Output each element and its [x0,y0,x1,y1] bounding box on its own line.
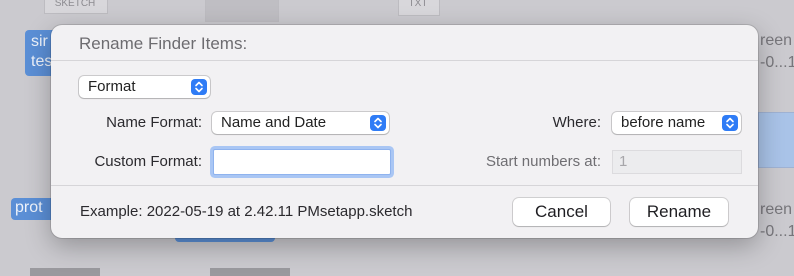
where-value: before name [621,114,706,131]
file-thumbnail [758,112,794,168]
file-name-text: -0...1 [760,223,794,240]
cancel-button[interactable]: Cancel [513,198,610,226]
example-preview-text: Example: 2022-05-19 at 2.42.11 PMsetapp.… [80,203,413,220]
custom-format-input[interactable] [213,149,391,175]
file-thumbnail [30,268,100,276]
name-format-value: Name and Date [221,114,327,131]
file-name-text: reen [760,201,793,218]
where-label: Where: [552,114,601,131]
name-format-label: Name Format: [106,114,202,131]
start-numbers-label: Start numbers at: [485,153,601,170]
start-numbers-field[interactable]: 1 [612,150,742,174]
file-type-tag: SKETCH [54,0,96,9]
where-popup[interactable]: before name [612,112,741,134]
file-thumbnail [210,268,290,276]
file-type-tag: TXT [408,0,428,9]
title-divider [51,60,758,61]
name-format-popup[interactable]: Name and Date [212,112,389,134]
footer-divider [51,185,758,186]
rename-mode-value: Format [88,78,136,95]
rename-button[interactable]: Rename [630,198,728,226]
file-thumbnail [205,0,279,22]
file-name-text: -0...1 [760,54,794,71]
custom-format-label: Custom Format: [94,153,202,170]
file-name-text: reen [760,32,793,49]
rename-finder-items-dialog: Rename Finder Items: Format Name Format:… [51,25,758,238]
popup-stepper-icon [370,115,386,131]
popup-stepper-icon [722,115,738,131]
rename-mode-popup[interactable]: Format [79,76,210,98]
dialog-title: Rename Finder Items: [79,34,248,53]
popup-stepper-icon [191,79,207,95]
